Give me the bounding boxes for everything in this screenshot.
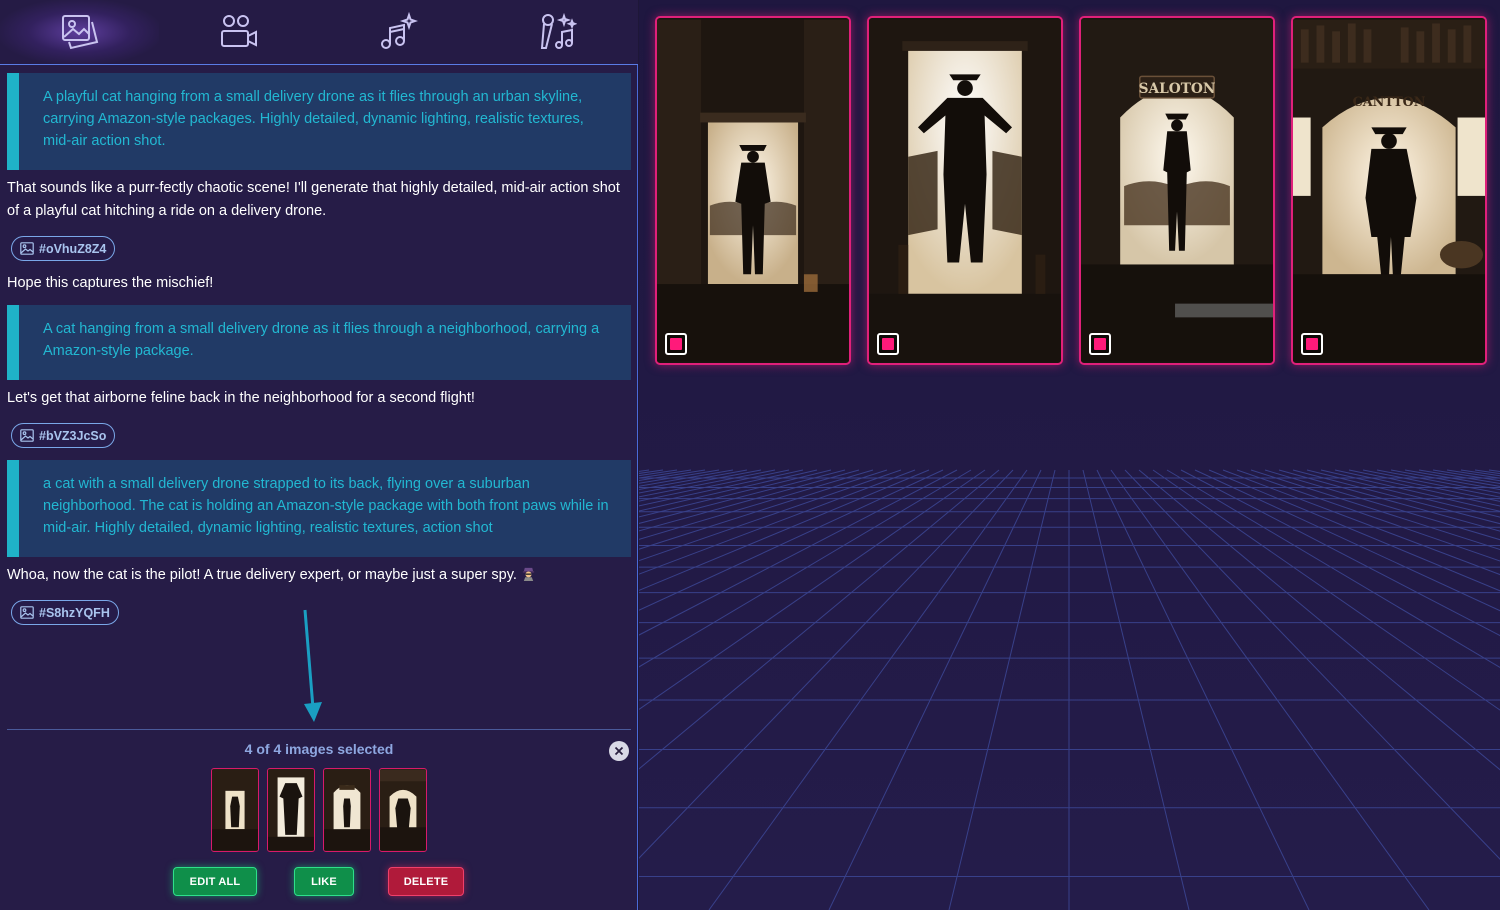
assistant-message: That sounds like a purr-fectly chaotic s…	[7, 180, 620, 219]
user-prompt: a cat with a small delivery drone strapp…	[7, 460, 631, 557]
close-selection-button[interactable]	[609, 741, 629, 761]
gallery-image	[657, 19, 849, 362]
image-set-id: #oVhuZ8Z4	[39, 241, 107, 256]
image-icon	[20, 606, 34, 619]
selection-bar: 4 of 4 images selected EDIT ALL LIKE DEL…	[7, 729, 631, 910]
delete-button[interactable]: DELETE	[388, 867, 464, 896]
music-sparkle-icon	[380, 12, 418, 49]
tab-music[interactable]	[318, 0, 477, 64]
selected-thumbnail[interactable]	[267, 768, 315, 852]
image-set-chip[interactable]: #bVZ3JcSo	[11, 423, 116, 448]
image-set-id: #S8hzYQFH	[39, 605, 110, 620]
image-icon	[20, 429, 34, 442]
thumbnail-image	[212, 769, 258, 851]
tab-images[interactable]	[0, 0, 159, 64]
saloon-sign-text: SALOTON	[1139, 81, 1216, 97]
assistant-message: Hope this captures the mischief!	[7, 275, 214, 291]
saloon-sign-text: CANTTON	[1353, 95, 1426, 110]
gallery-image-card[interactable]: CANTTON	[1291, 16, 1487, 365]
assistant-message-text: Whoa, now the cat is the pilot! A true d…	[7, 567, 517, 583]
like-button[interactable]: LIKE	[294, 867, 354, 896]
select-checkbox[interactable]	[1089, 333, 1111, 355]
chat-panel: A playful cat hanging from a small deliv…	[0, 0, 638, 910]
user-prompt: A cat hanging from a small delivery dron…	[7, 305, 631, 380]
gallery-image-card[interactable]	[655, 16, 851, 365]
image-canvas: SALOTON CANTTON	[639, 0, 1500, 910]
image-set-chip[interactable]: #S8hzYQFH	[11, 600, 119, 625]
selected-thumbnail[interactable]	[211, 768, 259, 852]
gallery-image: SALOTON	[1081, 19, 1273, 362]
gallery-image	[869, 19, 1061, 362]
image-set-chip[interactable]: #oVhuZ8Z4	[11, 236, 116, 261]
select-checkbox[interactable]	[665, 333, 687, 355]
thumbnail-image	[268, 769, 314, 851]
assistant-message: Whoa, now the cat is the pilot! A true d…	[7, 564, 627, 587]
thumbnail-image	[380, 769, 426, 851]
tab-video[interactable]	[159, 0, 318, 64]
microphone-music-icon	[540, 12, 577, 49]
selected-thumbnail[interactable]	[323, 768, 371, 852]
thumbnail-image	[324, 769, 370, 851]
gallery-image-card[interactable]: SALOTON	[1079, 16, 1275, 365]
gallery-image: CANTTON	[1293, 19, 1485, 362]
edit-all-button[interactable]: EDIT ALL	[173, 867, 257, 896]
selected-thumbnail[interactable]	[379, 768, 427, 852]
mode-tab-bar	[0, 0, 638, 65]
select-checkbox[interactable]	[877, 333, 899, 355]
assistant-message: Let's get that airborne feline back in t…	[7, 390, 475, 406]
tab-voice[interactable]	[477, 0, 636, 64]
image-set-id: #bVZ3JcSo	[39, 428, 107, 443]
user-prompt: A playful cat hanging from a small deliv…	[7, 73, 631, 170]
pointer-arrow-icon	[303, 609, 322, 722]
spy-emoji-icon	[522, 567, 535, 581]
gallery-image-card[interactable]	[867, 16, 1063, 365]
image-icon	[20, 242, 34, 255]
image-gallery-icon	[61, 15, 98, 50]
close-icon	[614, 746, 624, 756]
select-checkbox[interactable]	[1301, 333, 1323, 355]
selection-count: 4 of 4 images selected	[244, 741, 394, 757]
video-people-icon	[220, 15, 257, 47]
